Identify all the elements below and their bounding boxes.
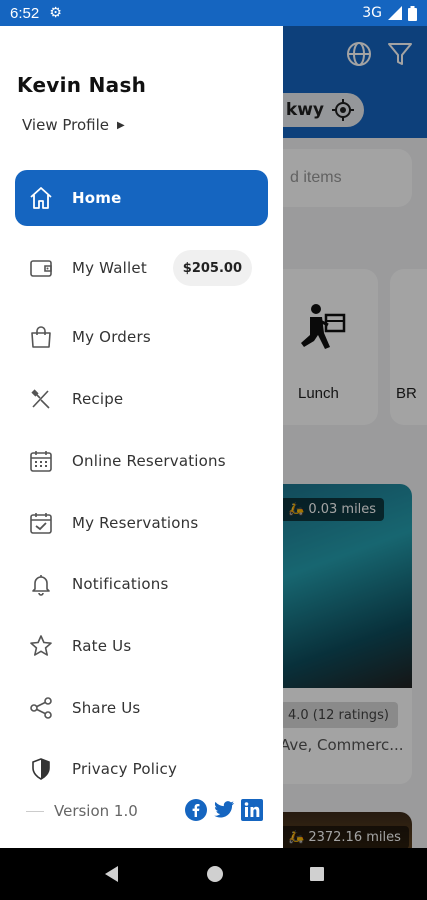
home-icon <box>27 184 55 212</box>
caret-right-icon: ▶ <box>117 119 125 131</box>
twitter-icon[interactable] <box>213 799 235 821</box>
nav-label: My Orders <box>72 328 151 346</box>
nav-item-share-us[interactable]: Share Us <box>15 680 268 736</box>
user-name: Kevin Nash <box>17 73 147 97</box>
status-time: 6:52 <box>10 4 40 22</box>
nav-label: Notifications <box>72 575 169 593</box>
nav-label: Recipe <box>72 390 124 408</box>
calendar-check-icon <box>27 509 55 537</box>
nav-label: Privacy Policy <box>72 760 178 778</box>
recents-icon[interactable] <box>309 866 325 882</box>
nav-label: My Reservations <box>72 514 199 532</box>
battery-icon <box>408 5 417 21</box>
home-button-icon[interactable] <box>206 865 224 883</box>
linkedin-icon[interactable] <box>241 799 263 821</box>
nav-item-privacy-policy[interactable]: Privacy Policy <box>15 741 268 797</box>
network-label: 3G <box>362 5 382 21</box>
shopping-bag-icon <box>27 323 55 351</box>
gear-icon: ⚙ <box>49 5 62 21</box>
nav-label: Share Us <box>72 699 141 717</box>
share-icon <box>27 694 55 722</box>
status-bar: 6:52 ⚙ 3G <box>0 0 427 26</box>
social-links <box>185 799 263 821</box>
nav-item-home[interactable]: Home <box>15 170 268 226</box>
bell-icon <box>27 570 55 598</box>
nav-label: Home <box>72 189 122 207</box>
signal-icon <box>388 6 402 20</box>
version-text: Version 1.0 <box>54 802 138 820</box>
nav-item-online-reservations[interactable]: Online Reservations <box>15 433 268 489</box>
system-nav-bar <box>0 848 427 900</box>
shield-icon <box>27 755 55 783</box>
navigation-drawer: Kevin Nash View Profile ▶ Home My Wallet… <box>0 26 283 848</box>
back-icon[interactable] <box>103 865 121 883</box>
view-profile-link[interactable]: View Profile ▶ <box>22 116 125 134</box>
facebook-icon[interactable] <box>185 799 207 821</box>
nav-label: Rate Us <box>72 637 132 655</box>
utensils-icon <box>27 385 55 413</box>
wallet-icon <box>27 254 55 282</box>
calendar-icon <box>27 447 55 475</box>
nav-item-wallet[interactable]: My Wallet $205.00 <box>15 240 268 296</box>
wallet-balance-badge: $205.00 <box>172 250 252 286</box>
nav-item-recipe[interactable]: Recipe <box>15 371 268 427</box>
star-icon <box>27 632 55 660</box>
nav-item-my-reservations[interactable]: My Reservations <box>15 495 268 551</box>
nav-item-rate-us[interactable]: Rate Us <box>15 618 268 674</box>
nav-label: My Wallet <box>72 259 147 277</box>
version-info: Version 1.0 <box>26 802 138 820</box>
nav-item-orders[interactable]: My Orders <box>15 309 268 365</box>
divider <box>26 810 44 812</box>
nav-item-notifications[interactable]: Notifications <box>15 556 268 612</box>
nav-label: Online Reservations <box>72 452 226 470</box>
